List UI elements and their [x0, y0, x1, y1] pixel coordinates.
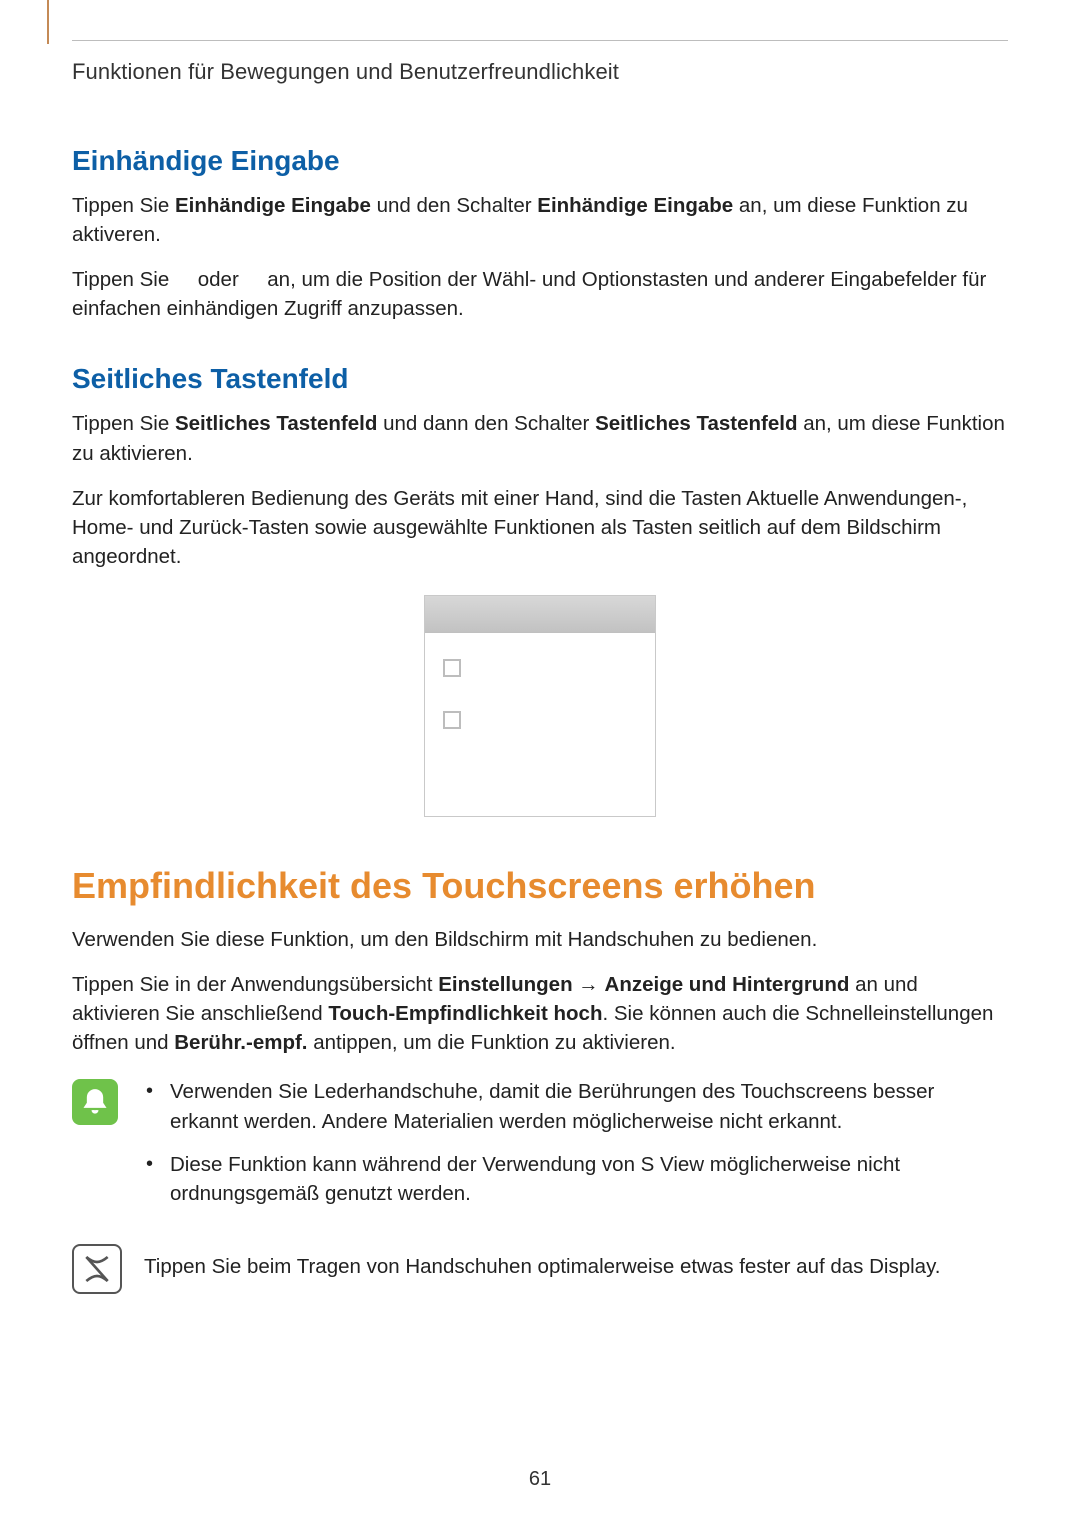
- text-bold: Berühr.-empf.: [174, 1031, 307, 1054]
- text: und dann den Schalter: [377, 412, 595, 435]
- text-bold: Einhändige Eingabe: [175, 194, 371, 217]
- list-item: Diese Funktion kann während der Verwendu…: [140, 1150, 1008, 1208]
- side-key-column: [425, 633, 655, 789]
- bullet-list: Verwenden Sie Lederhandschuhe, damit die…: [140, 1077, 1008, 1221]
- note-text: Tippen Sie beim Tragen von Handschuhen o…: [144, 1242, 1008, 1281]
- text: Tippen Sie in der Anwendungsübersicht: [72, 973, 438, 996]
- text: antippen, um die Funktion zu aktivieren.: [308, 1031, 676, 1054]
- bell-icon: [72, 1079, 118, 1125]
- text-bold: Einhändige Eingabe: [537, 194, 733, 217]
- text: Tippen Sie: [72, 268, 175, 291]
- heading-seitliches-tastenfeld: Seitliches Tastenfeld: [72, 363, 1008, 395]
- callout-attention: Verwenden Sie Lederhandschuhe, damit die…: [72, 1077, 1008, 1221]
- side-key-icon: [443, 711, 461, 729]
- page-number: 61: [0, 1468, 1080, 1491]
- page-tab-mark: [47, 0, 49, 44]
- text-bold: Einstellungen: [438, 973, 572, 996]
- device-status-bar: [425, 596, 655, 633]
- text-bold: Touch-Empfindlichkeit hoch: [328, 1002, 602, 1025]
- text: und den Schalter: [371, 194, 537, 217]
- paragraph: Tippen Sie Einhändige Eingabe und den Sc…: [72, 191, 1008, 249]
- paragraph: Tippen Sie Seitliches Tastenfeld und dan…: [72, 409, 1008, 467]
- side-key-icon: [443, 659, 461, 677]
- device-mockup: [424, 595, 656, 817]
- breadcrumb: Funktionen für Bewegungen und Benutzerfr…: [72, 59, 1008, 85]
- inline-icon-placeholder: [244, 268, 261, 291]
- text-bold: Seitliches Tastenfeld: [175, 412, 377, 435]
- paragraph: Verwenden Sie diese Funktion, um den Bil…: [72, 925, 1008, 954]
- inline-icon-placeholder: [175, 268, 192, 291]
- list-item: Verwenden Sie Lederhandschuhe, damit die…: [140, 1077, 1008, 1135]
- header-rule: [72, 40, 1008, 41]
- text: Tippen Sie: [72, 194, 175, 217]
- text-bold: Anzeige und Hintergrund: [605, 973, 850, 996]
- text: Tippen Sie: [72, 412, 175, 435]
- document-page: Funktionen für Bewegungen und Benutzerfr…: [0, 0, 1080, 1527]
- paragraph: Zur komfortableren Bedienung des Geräts …: [72, 484, 1008, 571]
- arrow-icon: →: [573, 973, 605, 996]
- paragraph: Tippen Sie oder an, um die Position der …: [72, 265, 1008, 323]
- callout-note: Tippen Sie beim Tragen von Handschuhen o…: [72, 1242, 1008, 1294]
- note-icon: [72, 1244, 122, 1294]
- paragraph: Tippen Sie in der Anwendungsübersicht Ei…: [72, 970, 1008, 1057]
- figure-side-key-panel: [72, 595, 1008, 817]
- heading-touch-sensitivity: Empfindlichkeit des Touchscreens erhöhen: [72, 865, 1008, 907]
- heading-einhaendige-eingabe: Einhändige Eingabe: [72, 145, 1008, 177]
- text: oder: [198, 268, 245, 291]
- text-bold: Seitliches Tastenfeld: [595, 412, 797, 435]
